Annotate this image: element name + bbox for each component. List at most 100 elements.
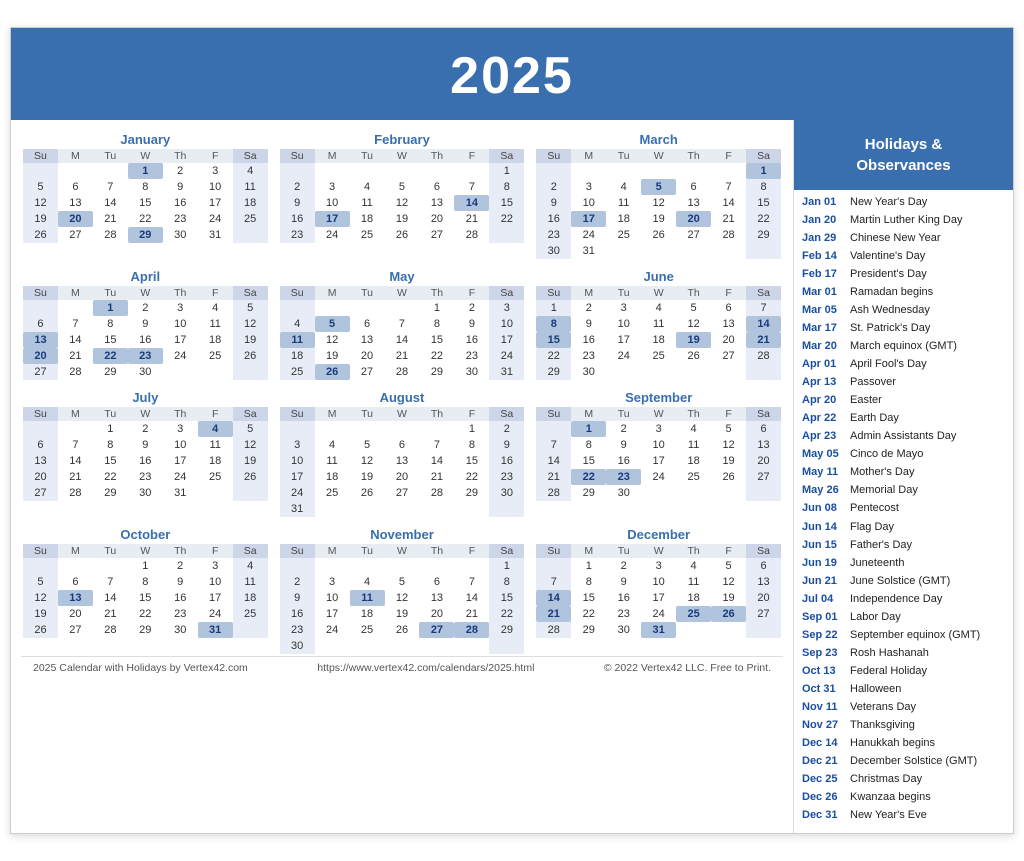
- month-june: June Su M Tu W Th F Sa 1: [534, 267, 783, 382]
- month-title-may: May: [280, 269, 525, 284]
- holiday-date: Jan 01: [802, 194, 850, 211]
- sidebar-list-item: Dec 31New Year's Eve: [802, 807, 1005, 824]
- month-title-march: March: [536, 132, 781, 147]
- sidebar-list-item: Nov 11Veterans Day: [802, 699, 1005, 716]
- table-cell: 29: [128, 227, 163, 243]
- holiday-name: New Year's Day: [850, 194, 927, 211]
- holiday-name: Ash Wednesday: [850, 302, 930, 319]
- sidebar-list-item: Jun 08Pentecost: [802, 500, 1005, 517]
- header-su: Su: [23, 149, 58, 163]
- holiday-name: Martin Luther King Day: [850, 212, 963, 229]
- table-cell: 15: [128, 195, 163, 211]
- sidebar-list-item: May 26Memorial Day: [802, 482, 1005, 499]
- header-tu: Tu: [93, 149, 128, 163]
- month-table-march: Su M Tu W Th F Sa: [536, 149, 781, 259]
- holiday-name: St. Patrick's Day: [850, 320, 930, 337]
- table-cell: [58, 163, 93, 179]
- holiday-date: Dec 21: [802, 753, 850, 770]
- month-table-december: Su M Tu W Th F Sa 1 2 3: [536, 544, 781, 638]
- header-w: W: [128, 149, 163, 163]
- holiday-name: Mother's Day: [850, 464, 914, 481]
- holiday-name: Valentine's Day: [850, 248, 925, 265]
- month-title-july: July: [23, 390, 268, 405]
- table-cell: 19: [23, 211, 58, 227]
- table-cell: 20: [58, 211, 93, 227]
- sidebar-list-item: Apr 23Admin Assistants Day: [802, 428, 1005, 445]
- table-cell: 23: [163, 211, 198, 227]
- month-table-august: Su M Tu W Th F Sa: [280, 407, 525, 517]
- holiday-name: Memorial Day: [850, 482, 918, 499]
- holiday-name: Earth Day: [850, 410, 899, 427]
- holiday-date: Jan 20: [802, 212, 850, 229]
- month-title-september: September: [536, 390, 781, 405]
- holiday-date: Dec 31: [802, 807, 850, 824]
- holiday-date: Apr 01: [802, 356, 850, 373]
- holiday-name: Juneteenth: [850, 555, 904, 572]
- month-table-october: Su M Tu W Th F Sa 1: [23, 544, 268, 638]
- month-july: July Su M Tu W Th F Sa: [21, 388, 270, 519]
- table-cell: 21: [93, 211, 128, 227]
- holiday-date: Jul 04: [802, 591, 850, 608]
- holiday-name: Halloween: [850, 681, 901, 698]
- header-m: M: [58, 149, 93, 163]
- holiday-name: Hanukkah begins: [850, 735, 935, 752]
- sidebar-list-item: Jan 20Martin Luther King Day: [802, 212, 1005, 229]
- table-cell: 7: [93, 179, 128, 195]
- month-october: October Su M Tu W Th F Sa: [21, 525, 270, 656]
- holiday-date: Mar 05: [802, 302, 850, 319]
- table-cell: 31: [198, 227, 233, 243]
- footer-left: 2025 Calendar with Holidays by Vertex42.…: [33, 662, 248, 674]
- table-cell: 1: [128, 163, 163, 179]
- holiday-date: Feb 17: [802, 266, 850, 283]
- holiday-date: Sep 22: [802, 627, 850, 644]
- holiday-date: Sep 23: [802, 645, 850, 662]
- footer-center: https://www.vertex42.com/calendars/2025.…: [317, 662, 534, 674]
- month-november: November Su M Tu W Th F Sa: [278, 525, 527, 656]
- sidebar-list-item: Oct 13Federal Holiday: [802, 663, 1005, 680]
- holiday-name: March equinox (GMT): [850, 338, 957, 355]
- table-cell: 30: [163, 227, 198, 243]
- table-cell: 11: [233, 179, 268, 195]
- header-th: Th: [163, 149, 198, 163]
- month-title-february: February: [280, 132, 525, 147]
- table-cell: [93, 163, 128, 179]
- table-cell: [23, 163, 58, 179]
- holiday-name: April Fool's Day: [850, 356, 927, 373]
- table-cell: 16: [163, 195, 198, 211]
- sidebar-list-item: May 11Mother's Day: [802, 464, 1005, 481]
- sidebar-list-item: Dec 25Christmas Day: [802, 771, 1005, 788]
- holiday-name: Pentecost: [850, 500, 899, 517]
- holiday-name: Thanksgiving: [850, 717, 915, 734]
- holiday-name: Father's Day: [850, 537, 912, 554]
- holiday-name: Christmas Day: [850, 771, 922, 788]
- month-title-january: January: [23, 132, 268, 147]
- month-title-december: December: [536, 527, 781, 542]
- holiday-name: Chinese New Year: [850, 230, 941, 247]
- month-table-april: Su M Tu W Th F Sa 1 2: [23, 286, 268, 380]
- sidebar-list-item: Jun 15Father's Day: [802, 537, 1005, 554]
- sidebar-list-item: Jan 01New Year's Day: [802, 194, 1005, 211]
- sidebar-list: Jan 01New Year's DayJan 20Martin Luther …: [794, 190, 1013, 834]
- calendars-grid: January Su M Tu W Th F Sa: [21, 130, 783, 656]
- holiday-name: New Year's Eve: [850, 807, 927, 824]
- holiday-date: Dec 26: [802, 789, 850, 806]
- table-cell: 13: [58, 195, 93, 211]
- table-cell: 9: [163, 179, 198, 195]
- holiday-date: May 05: [802, 446, 850, 463]
- sidebar-list-item: Mar 20March equinox (GMT): [802, 338, 1005, 355]
- table-cell: 5: [23, 179, 58, 195]
- holiday-name: Flag Day: [850, 519, 894, 536]
- sidebar-list-item: Sep 01Labor Day: [802, 609, 1005, 626]
- holiday-date: Apr 20: [802, 392, 850, 409]
- holiday-date: Jun 19: [802, 555, 850, 572]
- sidebar-list-item: Jun 14Flag Day: [802, 519, 1005, 536]
- sidebar-list-item: Apr 20Easter: [802, 392, 1005, 409]
- table-cell: 18: [233, 195, 268, 211]
- table-cell: 10: [198, 179, 233, 195]
- sidebar-list-item: Sep 22September equinox (GMT): [802, 627, 1005, 644]
- holiday-name: Federal Holiday: [850, 663, 927, 680]
- sidebar-list-item: Apr 01April Fool's Day: [802, 356, 1005, 373]
- holiday-name: Cinco de Mayo: [850, 446, 923, 463]
- holiday-date: May 26: [802, 482, 850, 499]
- table-cell: 22: [128, 211, 163, 227]
